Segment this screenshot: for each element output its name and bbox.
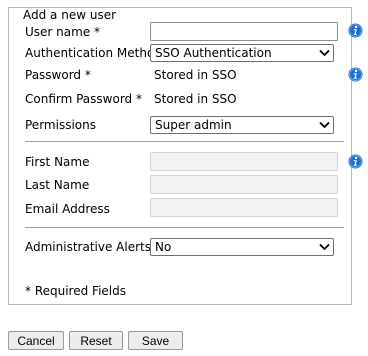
save-button[interactable]: Save	[128, 331, 183, 350]
password-value: Stored in SSO	[154, 68, 237, 82]
first-name-label: First Name	[25, 155, 90, 169]
confirm-password-label: Confirm Password *	[25, 92, 142, 106]
chevron-down-icon	[319, 243, 330, 251]
section-divider	[25, 227, 344, 228]
permissions-value: Super admin	[155, 118, 232, 132]
required-fields-note: * Required Fields	[25, 284, 126, 298]
alerts-select[interactable]: No	[150, 238, 334, 256]
section-divider	[25, 141, 344, 142]
fieldset-legend: Add a new user	[21, 8, 119, 22]
reset-button[interactable]: Reset	[69, 331, 123, 350]
alerts-label: Administrative Alerts	[25, 240, 151, 254]
last-name-input[interactable]	[150, 175, 338, 194]
first-name-input[interactable]	[150, 152, 338, 171]
chevron-down-icon	[319, 49, 330, 57]
auth-method-select[interactable]: SSO Authentication	[150, 44, 334, 62]
username-label: User name *	[25, 25, 101, 39]
last-name-label: Last Name	[25, 178, 90, 192]
permissions-label: Permissions	[25, 118, 96, 132]
alerts-value: No	[155, 240, 172, 254]
password-label: Password *	[25, 68, 91, 82]
chevron-down-icon	[319, 121, 330, 129]
email-input[interactable]	[150, 198, 338, 217]
username-input[interactable]	[150, 22, 338, 41]
info-icon[interactable]	[348, 67, 363, 82]
info-icon[interactable]	[348, 23, 363, 38]
auth-method-value: SSO Authentication	[155, 46, 272, 60]
permissions-select[interactable]: Super admin	[150, 116, 334, 134]
cancel-button[interactable]: Cancel	[8, 331, 64, 350]
info-icon[interactable]	[348, 154, 363, 169]
add-user-fieldset: Add a new user User name * Authenticatio…	[8, 7, 363, 305]
confirm-password-value: Stored in SSO	[154, 92, 237, 106]
email-label: Email Address	[25, 202, 110, 216]
auth-method-label: Authentication Method	[25, 46, 162, 60]
